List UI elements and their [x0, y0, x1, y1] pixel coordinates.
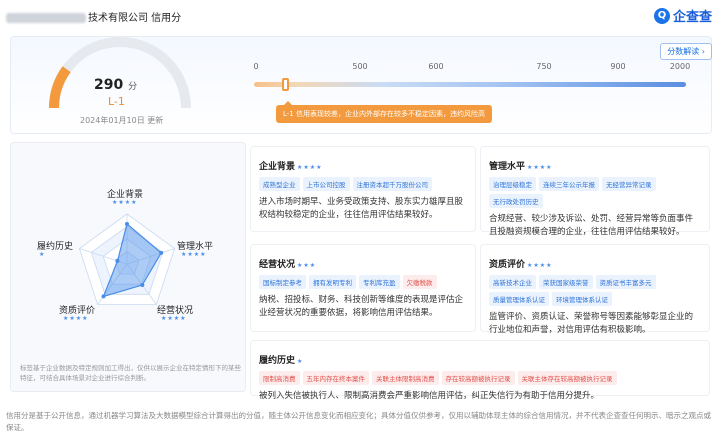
tag-negative[interactable]: 限制高消费 — [259, 371, 300, 385]
scale-tick: 900 — [610, 62, 626, 71]
tag-negative[interactable]: 关联主体限制高消费 — [372, 371, 439, 385]
scale-bar — [254, 82, 686, 87]
tag-list: 限制高消费 五年内存在终本案件 关联主体限制高消费 存在较高额被执行记录 关联主… — [259, 371, 701, 385]
card-background: 企业背景 ★★★★ 成熟型企业 上市公司控股 注册资本超千万股份公司 进入市场时期… — [250, 146, 476, 232]
level-tooltip: L-1 信用表现较差，企业内外部存在较多不稳定因素，违约风险高 — [276, 101, 492, 123]
tag-negative[interactable]: 存在较高额被执行记录 — [441, 371, 515, 385]
tag[interactable]: 荣获国家级荣誉 — [539, 275, 593, 289]
radar-point — [101, 294, 106, 299]
card-title: 企业背景 — [259, 162, 296, 172]
tag[interactable]: 环境管理体系认证 — [552, 292, 612, 306]
brand-logo[interactable]: Q 企查查 — [653, 6, 712, 25]
page-title-text: 技术有限公司 信用分 — [88, 13, 182, 24]
card-title: 经营状况 — [259, 260, 296, 270]
header: 技术有限公司 信用分 Q 企查查 — [0, 0, 720, 34]
tag[interactable]: 连续三年公示年报 — [539, 177, 599, 191]
radar-stars-background: ★★★★ — [112, 199, 138, 206]
radar-panel: 企业背景 ★★★★ 管理水平 ★★★★ 经营状况 ★★★★ 资质评价 ★★★★ … — [10, 142, 246, 392]
card-stars: ★★★ — [297, 262, 317, 269]
card-title: 履约历史 — [259, 356, 296, 366]
card-stars: ★★★★ — [527, 262, 553, 269]
tag[interactable]: 注册资本超千万股份公司 — [352, 177, 432, 191]
card-title: 资质评价 — [489, 260, 526, 270]
update-date: 2024年01月10日 更新 — [80, 116, 164, 125]
score-unit: 分 — [128, 82, 138, 92]
radar-stars-management: ★★★★ — [181, 251, 207, 258]
score-marker — [282, 78, 289, 91]
tag-list: 治理层级稳定 连续三年公示年报 无经营异常记录 无行政处罚历史 — [489, 177, 701, 208]
score-number: 290 — [94, 77, 124, 93]
tag-list: 成熟型企业 上市公司控股 注册资本超千万股份公司 — [259, 177, 467, 191]
tag[interactable]: 无行政处罚历史 — [489, 194, 543, 208]
card-description: 合规经营、较少涉及诉讼、处罚、经营异常等负面事件且投融资规模合理的企业，往往信用… — [489, 214, 694, 238]
score-level: L-1 — [108, 95, 125, 108]
tag-negative[interactable]: 五年内存在终本案件 — [302, 371, 369, 385]
page-title: 技术有限公司 信用分 — [6, 9, 181, 24]
radar-point — [140, 283, 145, 287]
scale-tick: 500 — [352, 62, 368, 71]
card-management: 管理水平 ★★★★ 治理层级稳定 连续三年公示年报 无经营异常记录 无行政处罚历史… — [480, 146, 710, 237]
tag-negative[interactable]: 欠缴税款 — [402, 275, 437, 289]
disclaimer: 信用分是基于公开信息，通过机器学习算法及大数据模型综合计算得出的分值，随主体公开… — [6, 411, 711, 432]
card-description: 进入市场时期早、业务受政策支持、股东实力雄厚且股权结构较稳定的企业，往往信用评估… — [259, 197, 464, 221]
radar-point — [159, 250, 164, 255]
card-qualification: 资质评价 ★★★★ 高新技术企业 荣获国家级荣誉 资质证书丰富多元 质量管理体系认… — [480, 244, 710, 335]
gauge-fill — [49, 66, 71, 109]
logo-icon: Q — [653, 7, 670, 24]
card-description: 被列入失信被执行人、限制高消费会严重影响信用评估，纠正失信行为有助于信用分提升。 — [259, 391, 600, 401]
radar-stars-qualification: ★★★★ — [63, 315, 89, 322]
scale-tick: 2000 — [669, 62, 691, 71]
radar-point — [125, 222, 129, 226]
redacted-company-name — [6, 13, 86, 23]
tag[interactable]: 质量管理体系认证 — [489, 292, 549, 306]
tag[interactable]: 上市公司控股 — [302, 177, 350, 191]
radar-note: 标签基于企业数据及特定规则加工得出，仅供以展示企业在特定情形下的某些特征，可结合… — [20, 364, 241, 382]
card-description: 纳税、招投标、财务、科技创新等维度的表现是评估企业经营状况的重要依据，将影响信用… — [259, 295, 464, 319]
scale-tick: 750 — [536, 62, 552, 71]
tag[interactable]: 成熟型企业 — [259, 177, 300, 191]
score-scale: 0 500 600 750 900 2000 — [248, 62, 691, 92]
scale-tick: 600 — [428, 62, 444, 71]
card-stars: ★ — [297, 358, 304, 365]
tag[interactable]: 资质证书丰富多元 — [595, 275, 656, 289]
radar-chart — [78, 213, 176, 305]
tag-list: 高新技术企业 荣获国家级荣誉 资质证书丰富多元 质量管理体系认证 环境管理体系认… — [489, 275, 701, 306]
radar-stars-operation: ★★★★ — [161, 315, 187, 322]
card-stars: ★★★★ — [527, 164, 553, 171]
tag[interactable]: 专利库充盈 — [359, 275, 400, 289]
analyze-button-label: 分数解读 — [667, 47, 700, 56]
card-operation: 经营状况 ★★★ 国标制定参考 拥有发明专利 专利库充盈 欠缴税款 纳税、招投标、… — [250, 244, 476, 332]
tag[interactable]: 无经营异常记录 — [602, 177, 656, 191]
tag[interactable]: 治理层级稳定 — [489, 177, 536, 191]
analyze-button[interactable]: 分数解读 › — [660, 43, 712, 60]
card-title: 管理水平 — [489, 162, 526, 172]
tag[interactable]: 拥有发明专利 — [309, 275, 356, 289]
radar-point — [115, 258, 120, 263]
card-history: 履约历史 ★ 限制高消费 五年内存在终本案件 关联主体限制高消费 存在较高额被执行… — [250, 340, 710, 401]
tag[interactable]: 国标制定参考 — [259, 275, 306, 289]
tag-list: 国标制定参考 拥有发明专利 专利库充盈 欠缴税款 — [259, 275, 467, 289]
tag[interactable]: 高新技术企业 — [489, 275, 536, 289]
card-stars: ★★★★ — [297, 164, 323, 171]
chevron-right-icon: › — [701, 47, 705, 56]
radar-stars-history: ★ — [39, 251, 46, 258]
tag-negative[interactable]: 关联主体存在较高额被执行记录 — [517, 371, 617, 385]
card-description: 监管评价、资质认证、荣誉称号等因素能够彰显企业的行业地位和声誉，对信用评估有积极… — [489, 312, 694, 336]
logo-text: 企查查 — [672, 10, 712, 25]
scale-tick: 0 — [253, 62, 259, 71]
score-value: 290 分 — [94, 77, 137, 93]
